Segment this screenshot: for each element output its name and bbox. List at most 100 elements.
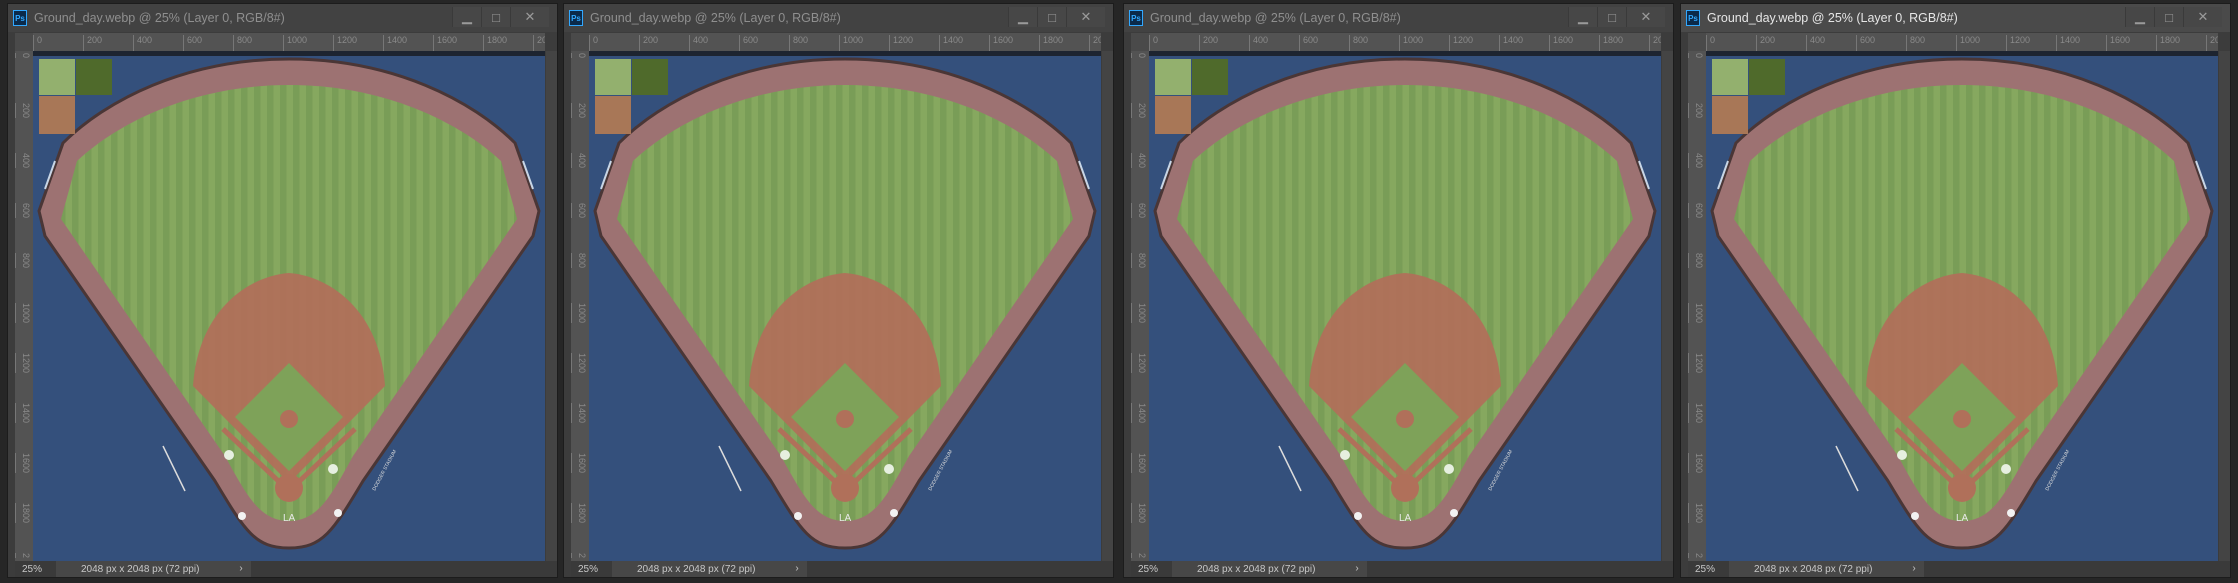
ruler-vertical[interactable]: 0 200 400 600 800 1000 1200 1400 1600 1800 2	[1131, 51, 1149, 561]
ruler-vertical[interactable]: 0 200 400 600 800 1000 1200 1400 1600 1800 2	[1688, 51, 1706, 561]
minimize-button[interactable]: ▁	[1008, 7, 1037, 27]
ruler-origin[interactable]	[1688, 33, 1706, 51]
ruler-origin[interactable]	[15, 33, 33, 51]
document-canvas[interactable]: LA DODGER STADIUM	[589, 51, 1101, 561]
ruler-top-label: 600	[739, 35, 758, 51]
ruler-top-label: 1400	[1499, 35, 1523, 51]
image-top-strip	[1149, 51, 1661, 56]
ruler-origin[interactable]	[1131, 33, 1149, 51]
ruler-top-label: 400	[1806, 35, 1825, 51]
maximize-button[interactable]: □	[2154, 7, 2183, 27]
ruler-left-label: 1400	[571, 403, 589, 424]
ruler-vertical[interactable]: 0 200 400 600 800 1000 1200 1400 1600 1800 2	[15, 51, 33, 561]
ruler-left-label: 1800	[1688, 503, 1706, 524]
ruler-top-label: 400	[133, 35, 152, 51]
sponsor-logo-left	[1897, 450, 1907, 460]
minimize-button[interactable]: ▁	[1568, 7, 1597, 27]
zoom-level[interactable]: 25%	[1688, 564, 1729, 575]
ruler-top-label: 800	[789, 35, 808, 51]
home-plate-area	[1948, 474, 1976, 502]
minimize-button[interactable]: ▁	[2125, 7, 2154, 27]
ruler-left-label: 1800	[15, 503, 33, 524]
close-button[interactable]: ✕	[2183, 7, 2222, 27]
sponsor-logo-left	[780, 450, 790, 460]
sponsor-logo-right	[1444, 464, 1454, 474]
document-window[interactable]: Ps Ground_day.webp @ 25% (Layer 0, RGB/8…	[563, 3, 1114, 578]
ruler-left-label: 1400	[1688, 403, 1706, 424]
ruler-left-label: 0	[15, 53, 33, 59]
sponsor-logo-left	[1340, 450, 1350, 460]
document-window[interactable]: Ps Ground_day.webp @ 25% (Layer 0, RGB/8…	[1123, 3, 1674, 578]
close-button[interactable]: ✕	[1626, 7, 1665, 27]
ruler-top-label: 0	[1706, 35, 1715, 51]
ruler-top-label: 400	[689, 35, 708, 51]
document-canvas[interactable]: LA DODGER STADIUM	[33, 51, 545, 561]
ruler-left-label: 0	[1131, 53, 1149, 59]
ruler-top-label: 1400	[383, 35, 407, 51]
zoom-level[interactable]: 25%	[1131, 564, 1172, 575]
window-titlebar[interactable]: Ps Ground_day.webp @ 25% (Layer 0, RGB/8…	[564, 4, 1113, 32]
window-titlebar[interactable]: Ps Ground_day.webp @ 25% (Layer 0, RGB/8…	[1124, 4, 1673, 32]
document-window[interactable]: Ps Ground_day.webp @ 25% (Layer 0, RGB/8…	[7, 3, 558, 578]
ruler-top-label: 800	[1349, 35, 1368, 51]
minimize-button[interactable]: ▁	[452, 7, 481, 27]
ruler-horizontal[interactable]: 0 200 400 600 800 1000 1200 1400 1600 1800 20	[589, 33, 1101, 52]
swatch-light-green	[39, 59, 75, 95]
ruler-left-label: 200	[571, 103, 589, 119]
ruler-top-label: 600	[183, 35, 202, 51]
ruler-left-label: 1800	[1131, 503, 1149, 524]
zoom-level[interactable]: 25%	[15, 564, 56, 575]
ruler-left-label: 600	[1688, 203, 1706, 219]
ruler-top-label: 1000	[1399, 35, 1423, 51]
ruler-top-label: 0	[33, 35, 42, 51]
ruler-top-label: 1200	[1449, 35, 1473, 51]
close-button[interactable]: ✕	[510, 7, 549, 27]
pitchers-mound	[280, 410, 298, 428]
ruler-top-label: 0	[1149, 35, 1158, 51]
vertical-scrollbar[interactable]	[1662, 51, 1673, 561]
ruler-left-label: 1600	[1688, 453, 1706, 474]
status-menu-arrow[interactable]: ›	[231, 561, 251, 577]
maximize-button[interactable]: □	[1037, 7, 1066, 27]
window-titlebar[interactable]: Ps Ground_day.webp @ 25% (Layer 0, RGB/8…	[1681, 4, 2230, 32]
document-title: Ground_day.webp @ 25% (Layer 0, RGB/8#)	[1150, 11, 1401, 25]
status-menu-arrow[interactable]: ›	[1904, 561, 1924, 577]
maximize-button[interactable]: □	[1597, 7, 1626, 27]
ruler-left-label: 1800	[571, 503, 589, 524]
swatch-dirt	[595, 96, 631, 134]
document-canvas[interactable]: LA DODGER STADIUM	[1706, 51, 2218, 561]
ruler-origin[interactable]	[571, 33, 589, 51]
ruler-top-label: 1800	[1599, 35, 1623, 51]
vertical-scrollbar[interactable]	[546, 51, 557, 561]
ruler-top-label: 200	[639, 35, 658, 51]
ruler-horizontal[interactable]: 0 200 400 600 800 1000 1200 1400 1600 1800 20	[33, 33, 545, 52]
status-menu-arrow[interactable]: ›	[1347, 561, 1367, 577]
ruler-top-label: 1600	[989, 35, 1013, 51]
ruler-horizontal[interactable]: 0 200 400 600 800 1000 1200 1400 1600 1800 20	[1706, 33, 2218, 52]
ruler-horizontal[interactable]: 0 200 400 600 800 1000 1200 1400 1600 1800 20	[1149, 33, 1661, 52]
ruler-left-label: 2	[1131, 553, 1149, 559]
document-window[interactable]: Ps Ground_day.webp @ 25% (Layer 0, RGB/8…	[1680, 3, 2231, 578]
ruler-top-label: 800	[1906, 35, 1925, 51]
swatch-dark-green	[1192, 59, 1228, 95]
ruler-left-label: 1000	[1131, 303, 1149, 324]
status-menu-arrow[interactable]: ›	[787, 561, 807, 577]
document-canvas[interactable]: LA DODGER STADIUM	[1149, 51, 1661, 561]
pitchers-mound	[1396, 410, 1414, 428]
mlb-logo-left	[1354, 512, 1362, 520]
field-logo-la: LA	[283, 513, 296, 524]
close-button[interactable]: ✕	[1066, 7, 1105, 27]
ruler-vertical[interactable]: 0 200 400 600 800 1000 1200 1400 1600 1800 2	[571, 51, 589, 561]
document-info: 2048 px x 2048 px (72 ppi)	[1729, 561, 1904, 577]
window-titlebar[interactable]: Ps Ground_day.webp @ 25% (Layer 0, RGB/8…	[8, 4, 557, 32]
zoom-level[interactable]: 25%	[571, 564, 612, 575]
mlb-logo-left	[794, 512, 802, 520]
ruler-top-label: 20	[1649, 35, 1661, 51]
swatch-dark-green	[632, 59, 668, 95]
ruler-left-label: 1600	[15, 453, 33, 474]
maximize-button[interactable]: □	[481, 7, 510, 27]
vertical-scrollbar[interactable]	[1102, 51, 1113, 561]
ruler-top-label: 1800	[483, 35, 507, 51]
vertical-scrollbar[interactable]	[2219, 51, 2230, 561]
baseball-field-image: LA DODGER STADIUM	[589, 51, 1101, 561]
